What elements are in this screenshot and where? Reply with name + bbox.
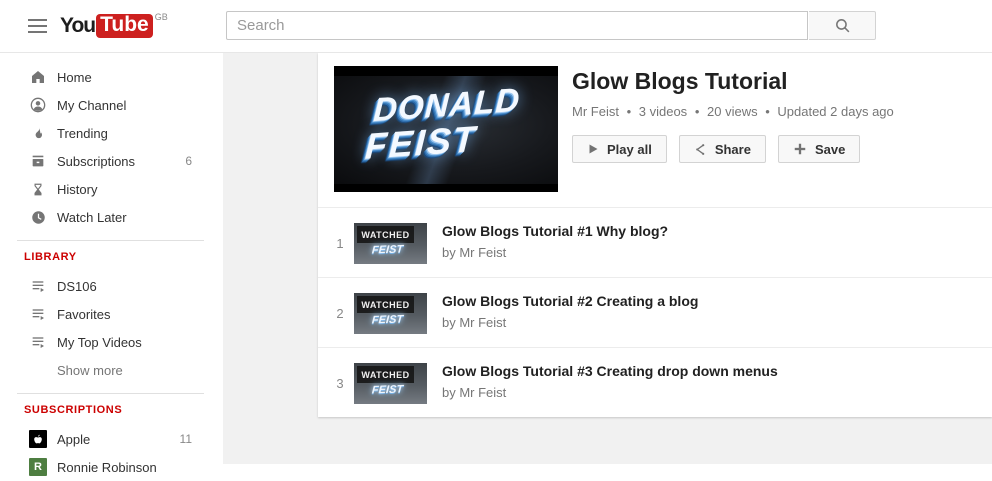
sidebar-item-label: Trending xyxy=(57,126,223,141)
video-thumbnail[interactable]: WATCHED FEIST xyxy=(354,363,427,404)
video-index: 1 xyxy=(332,236,348,251)
library-section-title: LIBRARY xyxy=(24,251,223,263)
sidebar: Home My Channel Trending Subscriptions 6 xyxy=(0,53,223,464)
video-title-link[interactable]: Glow Blogs Tutorial #1 Why blog? xyxy=(442,222,972,240)
video-row: 3 WATCHED FEIST Glow Blogs Tutorial #3 C… xyxy=(318,347,992,417)
sidebar-item-watch-later[interactable]: Watch Later xyxy=(0,203,223,231)
flame-icon xyxy=(29,124,47,142)
sidebar-item-label: Home xyxy=(57,70,223,85)
watched-badge: WATCHED xyxy=(357,366,414,383)
plus-icon xyxy=(793,142,807,156)
sidebar-item-label: My Top Videos xyxy=(57,335,223,350)
sidebar-item-label: History xyxy=(57,182,223,197)
sidebar-item-label: Ronnie Robinson xyxy=(57,460,223,475)
channel-count-badge: 11 xyxy=(180,432,192,446)
search-button[interactable] xyxy=(809,11,876,40)
video-byline-link[interactable]: by Mr Feist xyxy=(442,245,972,260)
playlist-view-count: 20 views xyxy=(707,104,758,119)
play-icon xyxy=(587,143,599,155)
main-content-area: DONALD FEIST Glow Blogs Tutorial Mr Feis… xyxy=(223,53,992,464)
video-row: 1 WATCHED FEIST Glow Blogs Tutorial #1 W… xyxy=(318,207,992,277)
playlist-card: DONALD FEIST Glow Blogs Tutorial Mr Feis… xyxy=(318,53,992,417)
search-icon xyxy=(834,17,851,34)
sidebar-item-label: DS106 xyxy=(57,279,223,294)
clock-icon xyxy=(29,208,47,226)
sidebar-item-history[interactable]: History xyxy=(0,175,223,203)
playlist-icon xyxy=(29,333,47,351)
playlist-video-count: 3 videos xyxy=(639,104,687,119)
sidebar-item-label: Subscriptions xyxy=(57,154,185,169)
sidebar-item-label: Apple xyxy=(57,432,180,447)
sidebar-item-label: Favorites xyxy=(57,307,223,322)
video-byline-link[interactable]: by Mr Feist xyxy=(442,315,972,330)
playlist-icon xyxy=(29,277,47,295)
video-index: 3 xyxy=(332,376,348,391)
logo-region-label: GB xyxy=(155,12,168,22)
search-input[interactable] xyxy=(226,11,808,40)
user-icon xyxy=(29,96,47,114)
sidebar-item-my-channel[interactable]: My Channel xyxy=(0,91,223,119)
playlist-title: Glow Blogs Tutorial xyxy=(572,67,972,95)
sidebar-item-trending[interactable]: Trending xyxy=(0,119,223,147)
video-thumbnail[interactable]: WATCHED FEIST xyxy=(354,223,427,264)
sidebar-divider xyxy=(17,393,204,394)
sidebar-item-home[interactable]: Home xyxy=(0,63,223,91)
playlist-owner-link[interactable]: Mr Feist xyxy=(572,104,619,119)
hamburger-menu-icon[interactable] xyxy=(28,19,47,33)
video-title-link[interactable]: Glow Blogs Tutorial #3 Creating drop dow… xyxy=(442,362,972,380)
sidebar-item-my-top-videos[interactable]: My Top Videos xyxy=(0,328,223,356)
video-index: 2 xyxy=(332,306,348,321)
sidebar-item-label: My Channel xyxy=(57,98,223,113)
playlist-thumbnail[interactable]: DONALD FEIST xyxy=(334,66,558,192)
share-button[interactable]: Share xyxy=(679,135,766,163)
top-bar: You Tube GB xyxy=(0,0,992,53)
sidebar-item-channel-apple[interactable]: Apple 11 xyxy=(0,425,223,453)
subscriptions-section-title: SUBSCRIPTIONS xyxy=(24,404,223,416)
sidebar-item-subscriptions[interactable]: Subscriptions 6 xyxy=(0,147,223,175)
sidebar-show-more[interactable]: Show more xyxy=(0,356,223,384)
sidebar-item-channel-ronnie-robinson[interactable]: R Ronnie Robinson xyxy=(0,453,223,481)
video-byline-link[interactable]: by Mr Feist xyxy=(442,385,972,400)
video-thumbnail[interactable]: WATCHED FEIST xyxy=(354,293,427,334)
sidebar-divider xyxy=(17,240,204,241)
save-button[interactable]: Save xyxy=(778,135,860,163)
home-icon xyxy=(29,68,47,86)
playlist-header: DONALD FEIST Glow Blogs Tutorial Mr Feis… xyxy=(318,53,992,207)
logo-text-you: You xyxy=(60,14,95,38)
youtube-logo[interactable]: You Tube GB xyxy=(60,14,168,38)
subscriptions-count-badge: 6 xyxy=(185,154,192,168)
video-title-link[interactable]: Glow Blogs Tutorial #2 Creating a blog xyxy=(442,292,972,310)
video-row: 2 WATCHED FEIST Glow Blogs Tutorial #2 C… xyxy=(318,277,992,347)
watched-badge: WATCHED xyxy=(357,226,414,243)
sidebar-item-label: Watch Later xyxy=(57,210,223,225)
watched-badge: WATCHED xyxy=(357,296,414,313)
apple-channel-avatar xyxy=(29,430,47,448)
ronnie-channel-avatar: R xyxy=(29,458,47,476)
share-icon xyxy=(694,143,707,156)
sidebar-item-ds106[interactable]: DS106 xyxy=(0,272,223,300)
sidebar-item-favorites[interactable]: Favorites xyxy=(0,300,223,328)
playlist-icon xyxy=(29,305,47,323)
playlist-meta: Mr Feist • 3 videos • 20 views • Updated… xyxy=(572,104,972,119)
subscriptions-icon xyxy=(29,152,47,170)
logo-text-tube: Tube xyxy=(96,14,153,38)
play-all-button[interactable]: Play all xyxy=(572,135,667,163)
playlist-updated-text: Updated 2 days ago xyxy=(777,104,893,119)
history-hourglass-icon xyxy=(29,180,47,198)
show-more-label: Show more xyxy=(57,363,223,378)
